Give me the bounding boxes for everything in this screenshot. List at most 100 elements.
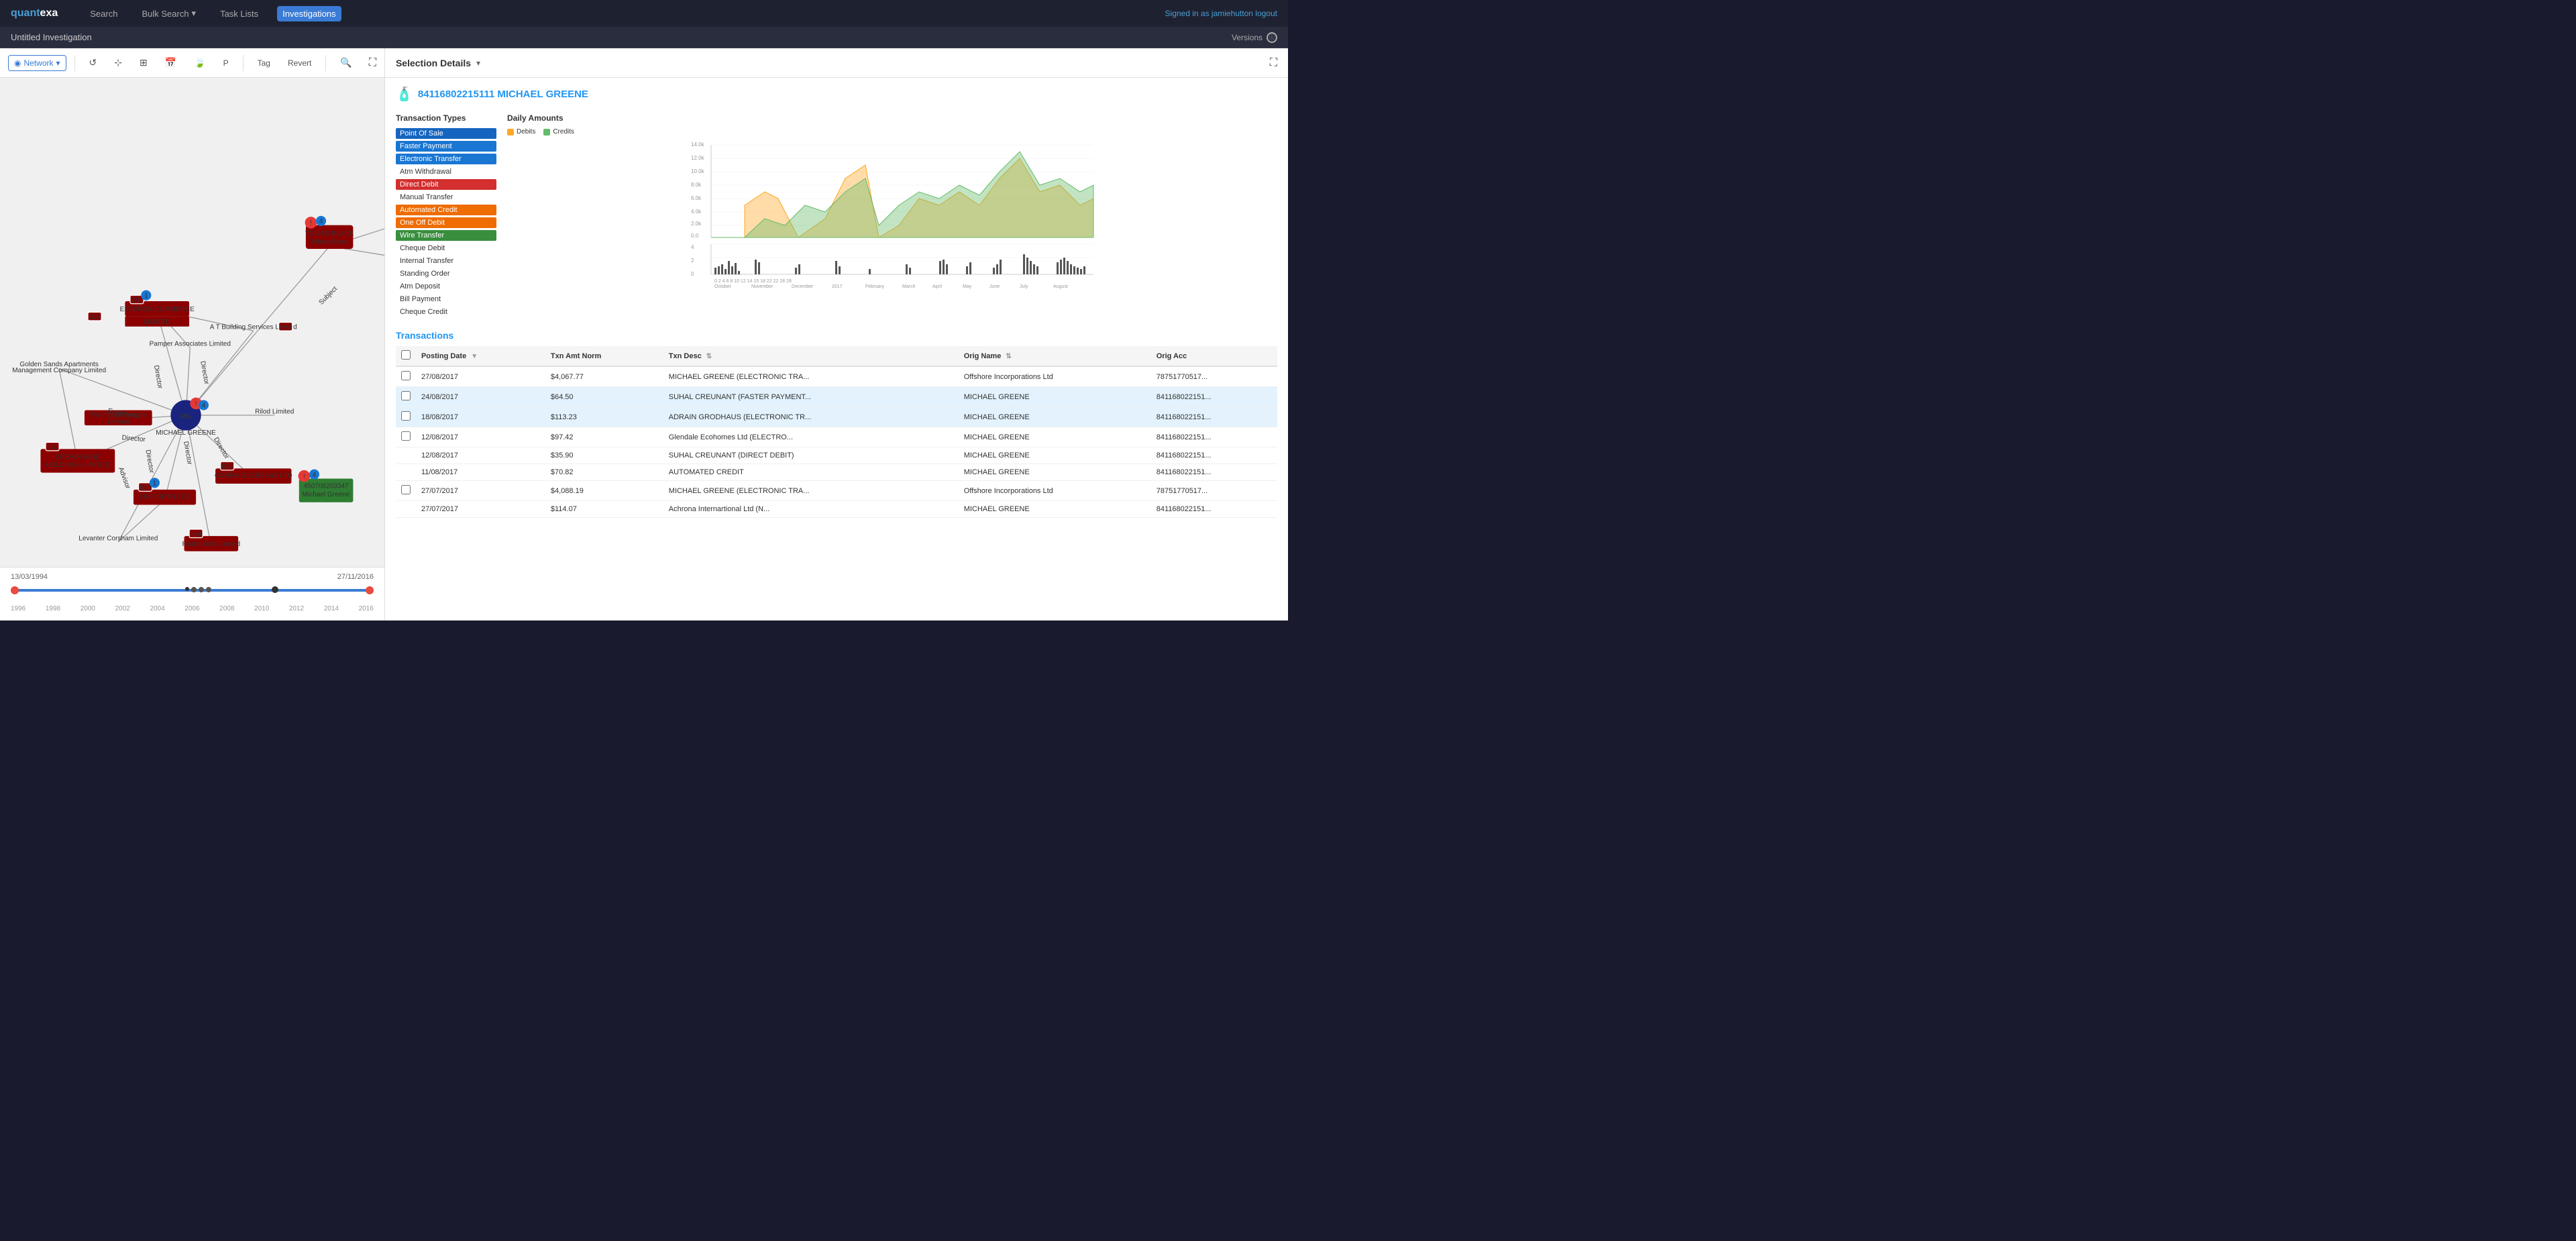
txn-type-direct-debit[interactable]: Direct Debit <box>396 179 496 190</box>
row-posting-date: 27/07/2017 <box>416 481 545 501</box>
sort-txn-desc-icon: ⇅ <box>706 353 712 360</box>
filter-button[interactable]: 🍃 <box>188 54 211 72</box>
txn-type-standing-order-label: Standing Order <box>400 270 450 278</box>
network-canvas[interactable]: ESTERON COMMERCE LIMITED ICU 1 CROWN MIN… <box>0 78 384 567</box>
select-all-checkbox[interactable] <box>401 350 411 360</box>
network-toolbar: ◉ Network ▾ ↺ ⊹ ⊞ 📅 🍃 P <box>0 48 384 78</box>
header-orig-acc[interactable]: Orig Acc <box>1151 346 1277 366</box>
timeline-start-date: 13/03/1994 <box>11 573 48 581</box>
svg-text:Tobias Black: Tobias Black <box>311 238 349 246</box>
nav-task-lists[interactable]: Task Lists <box>215 6 264 21</box>
header-orig-name[interactable]: Orig Name ⇅ <box>959 346 1151 366</box>
svg-text:July: July <box>1020 284 1028 289</box>
txn-type-bill-payment-label: Bill Payment <box>400 295 441 303</box>
selection-fullscreen-button[interactable]: ⛶ <box>1270 57 1277 69</box>
sort-orig-name-icon: ⇅ <box>1006 353 1011 360</box>
svg-text:ICU: ICU <box>140 484 151 492</box>
svg-text:0 2 4 6 8 10 12 14 15 18 22 22: 0 2 4 6 8 10 12 14 15 18 22 22 28 28 <box>714 279 792 284</box>
toolbar-separator-1 <box>74 55 75 71</box>
svg-text:Limited: Limited <box>107 419 129 426</box>
history-button[interactable]: ↺ <box>83 54 103 72</box>
bulk-search-chevron-icon: ▾ <box>192 8 197 19</box>
svg-text:COHEN OVERSEAS LTD: COHEN OVERSEAS LTD <box>215 472 292 480</box>
row-orig-acc: 841168022151... <box>1151 387 1277 407</box>
svg-text:Michael Greene: Michael Greene <box>303 491 350 498</box>
row-checkbox[interactable] <box>401 411 411 421</box>
row-txn-desc: MICHAEL GREENE (ELECTRONIC TRA... <box>663 366 959 387</box>
txn-type-automated-credit[interactable]: Automated Credit <box>396 205 496 215</box>
svg-text:Advisor: Advisor <box>117 466 131 490</box>
txn-type-automated-credit-label: Automated Credit <box>400 206 458 214</box>
txn-type-one-off-debit[interactable]: One Off Debit <box>396 217 496 228</box>
svg-text:CROWN MIND: CROWN MIND <box>55 454 101 462</box>
nav-bulk-search[interactable]: Bulk Search ▾ <box>136 5 201 21</box>
svg-text:14.0k: 14.0k <box>691 142 705 148</box>
row-checkbox[interactable] <box>401 485 411 494</box>
fullscreen-button[interactable]: ⛶ <box>369 57 376 69</box>
daily-amounts-title: Daily Amounts <box>507 113 1277 123</box>
svg-text:2017: 2017 <box>832 284 843 289</box>
txn-type-wire-transfer-label: Wire Transfer <box>400 231 444 239</box>
header-posting-date[interactable]: Posting Date ▼ <box>416 346 545 366</box>
row-posting-date: 27/08/2017 <box>416 366 545 387</box>
txn-type-direct-debit-label: Direct Debit <box>400 180 438 188</box>
txn-type-internal-transfer[interactable]: Internal Transfer <box>396 256 496 266</box>
txn-type-atm-deposit[interactable]: Atm Deposit <box>396 281 496 292</box>
txn-type-atm-withdrawal[interactable]: Atm Withdrawal <box>396 166 496 177</box>
p-button[interactable]: P <box>217 55 235 71</box>
row-checkbox[interactable] <box>401 431 411 441</box>
select-button[interactable]: ⊞ <box>133 54 154 72</box>
tag-button[interactable]: Tag <box>252 55 276 71</box>
txn-type-wire-transfer[interactable]: Wire Transfer <box>396 230 496 241</box>
investigation-title: Untitled Investigation <box>11 32 1232 42</box>
revert-button[interactable]: Revert <box>282 55 317 71</box>
calendar-button[interactable]: 📅 <box>159 54 182 72</box>
svg-text:0: 0 <box>691 271 694 277</box>
svg-text:10.0k: 10.0k <box>691 168 705 174</box>
nav-search[interactable]: Search <box>85 6 123 21</box>
row-checkbox-cell <box>396 464 416 481</box>
timeline-handle-left[interactable] <box>11 586 19 594</box>
layout-button[interactable]: ⊹ <box>108 54 128 72</box>
search-network-button[interactable]: 🔍 <box>334 54 358 72</box>
timeline-track[interactable] <box>11 589 374 592</box>
network-button[interactable]: ◉ Network ▾ <box>8 55 66 71</box>
row-txn-amt: $4,088.19 <box>545 481 663 501</box>
svg-text:ICU: ICU <box>221 463 233 470</box>
row-orig-acc: 841168022151... <box>1151 407 1277 427</box>
txn-type-standing-order[interactable]: Standing Order <box>396 268 496 279</box>
row-orig-name: MICHAEL GREENE <box>959 407 1151 427</box>
layout-icon: ⊹ <box>114 57 122 68</box>
txn-type-faster-payment[interactable]: Faster Payment <box>396 141 496 152</box>
row-checkbox-cell <box>396 481 416 501</box>
selection-details-chevron-icon[interactable]: ▾ <box>476 58 480 68</box>
txn-type-cheque-debit[interactable]: Cheque Debit <box>396 243 496 254</box>
header-txn-desc[interactable]: Txn Desc ⇅ <box>663 346 959 366</box>
svg-text:450708203347: 450708203347 <box>304 482 350 490</box>
svg-text:May: May <box>963 284 972 289</box>
row-orig-name: MICHAEL GREENE <box>959 427 1151 447</box>
svg-text:1: 1 <box>153 480 157 488</box>
header-txn-amt-norm[interactable]: Txn Amt Norm <box>545 346 663 366</box>
versions-button[interactable]: Versions ⓘ <box>1232 32 1277 43</box>
txn-type-bill-payment[interactable]: Bill Payment <box>396 294 496 305</box>
row-checkbox[interactable] <box>401 371 411 380</box>
timeline-handle-right[interactable] <box>366 586 374 594</box>
timeline-marker-2000: 2000 <box>80 605 95 612</box>
svg-text:February: February <box>865 284 885 289</box>
txn-type-cheque-credit[interactable]: Cheque Credit <box>396 307 496 317</box>
svg-text:4: 4 <box>691 244 694 250</box>
logout-link[interactable]: logout <box>1255 9 1277 18</box>
txn-type-point-of-sale[interactable]: Point Of Sale <box>396 128 496 139</box>
row-orig-name: Offshore Incorporations Ltd <box>959 366 1151 387</box>
row-txn-amt: $113.23 <box>545 407 663 427</box>
table-row: 18/08/2017 $113.23 ADRAIN GRODHAUS (ELEC… <box>396 407 1277 427</box>
nav-investigations[interactable]: Investigations <box>277 6 341 21</box>
timeline-marker-2010: 2010 <box>254 605 269 612</box>
txn-type-manual-transfer[interactable]: Manual Transfer <box>396 192 496 203</box>
txn-type-electronic-transfer[interactable]: Electronic Transfer <box>396 154 496 164</box>
row-checkbox[interactable] <box>401 391 411 400</box>
sort-posting-date-icon: ▼ <box>471 353 478 360</box>
right-panel: Selection Details ▾ ⛶ 🧴 84116802215111 M… <box>385 48 1288 620</box>
table-row: 27/07/2017 $4,088.19 MICHAEL GREENE (ELE… <box>396 481 1277 501</box>
